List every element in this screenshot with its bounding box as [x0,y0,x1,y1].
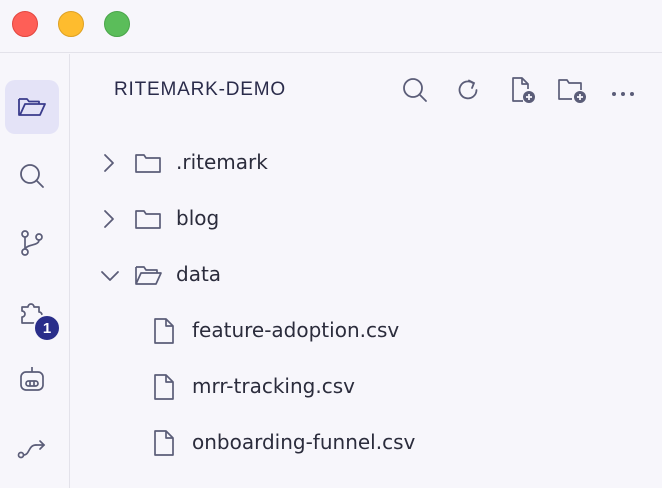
new-folder-icon [556,75,588,109]
explorer-title: RITEMARK-DEMO [114,79,286,100]
activity-bar: 1 [0,54,70,488]
tree-file-mrr-tracking[interactable]: mrr-tracking.csv [71,360,662,414]
new-file-button[interactable] [506,76,540,108]
extensions-badge: 1 [33,314,61,342]
explorer-search-button[interactable] [398,76,432,108]
title-bar [0,0,662,53]
tree-item-label: blog [176,206,220,230]
tree-item-label: data [176,262,222,286]
new-file-icon [509,75,537,109]
tree-folder-blog[interactable]: blog [71,192,662,246]
activity-search[interactable] [5,149,59,203]
explorer-panel: RITEMARK-DEMO .ritemark blog data featur… [71,54,662,488]
minimize-window-button[interactable] [58,11,84,37]
folder-icon [134,152,162,178]
tree-item-label: .ritemark [176,150,268,174]
file-icon [153,317,175,349]
folder-open-icon [134,264,164,290]
refresh-icon [455,77,481,107]
tree-item-label: mrr-tracking.csv [192,374,355,398]
activity-explorer[interactable] [5,80,59,134]
app-window: 1 RITEMARK-DEMO .ritemark blog data feat… [0,0,662,488]
folder-icon [134,208,162,234]
more-icon [610,83,636,102]
route-icon [16,436,48,460]
robot-icon [17,364,47,394]
tree-item-label: feature-adoption.csv [192,318,400,342]
activity-source-control[interactable] [5,216,59,270]
new-folder-button[interactable] [555,76,589,108]
file-icon [153,373,175,405]
close-window-button[interactable] [12,11,38,37]
chevron-right-icon [102,209,116,233]
maximize-window-button[interactable] [104,11,130,37]
file-icon [153,429,175,461]
search-icon [18,162,46,190]
tree-file-onboarding-funnel[interactable]: onboarding-funnel.csv [71,416,662,470]
more-actions-button[interactable] [606,76,640,108]
chevron-down-icon [100,268,120,287]
refresh-button[interactable] [451,76,485,108]
activity-assistant[interactable] [5,352,59,406]
folder-open-icon [17,94,47,120]
tree-folder-data[interactable]: data [71,248,662,302]
chevron-right-icon [102,153,116,177]
source-control-icon [19,228,45,258]
activity-flows[interactable] [5,421,59,475]
tree-item-label: onboarding-funnel.csv [192,430,416,454]
search-icon [401,76,429,108]
tree-folder-ritemark[interactable]: .ritemark [71,136,662,190]
tree-file-feature-adoption[interactable]: feature-adoption.csv [71,304,662,358]
